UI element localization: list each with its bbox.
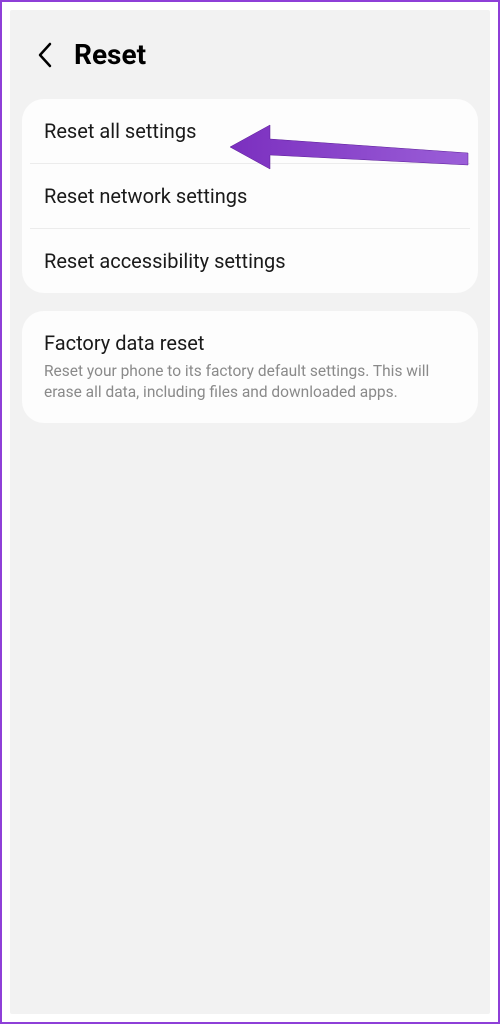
- list-item-title: Reset accessibility settings: [44, 249, 456, 273]
- list-item-title: Reset network settings: [44, 184, 456, 208]
- reset-options-group: Reset all settings Reset network setting…: [22, 99, 478, 293]
- factory-reset-group: Factory data reset Reset your phone to i…: [22, 311, 478, 423]
- reset-accessibility-settings-item[interactable]: Reset accessibility settings: [22, 229, 478, 293]
- reset-network-settings-item[interactable]: Reset network settings: [22, 164, 478, 228]
- back-icon[interactable]: [34, 44, 56, 66]
- reset-all-settings-item[interactable]: Reset all settings: [22, 99, 478, 163]
- header: Reset: [10, 10, 490, 91]
- list-item-title: Factory data reset: [44, 331, 456, 355]
- factory-data-reset-item[interactable]: Factory data reset Reset your phone to i…: [22, 311, 478, 423]
- list-item-title: Reset all settings: [44, 119, 456, 143]
- page-title: Reset: [74, 38, 146, 71]
- list-item-description: Reset your phone to its factory default …: [44, 361, 456, 403]
